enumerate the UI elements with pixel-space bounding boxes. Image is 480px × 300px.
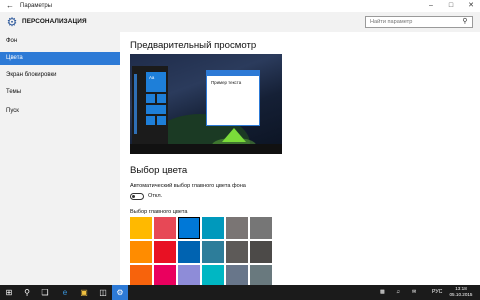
color-swatch[interactable] — [130, 265, 152, 285]
preview-tile — [146, 116, 155, 125]
color-swatch[interactable] — [226, 265, 248, 285]
search-input[interactable] — [368, 17, 460, 27]
preview-taskbar — [130, 144, 282, 154]
preview-tile — [146, 94, 155, 103]
toggle-state-text: Откл. — [148, 193, 163, 199]
sidebar-item-background[interactable]: Фон — [0, 35, 120, 48]
color-swatch[interactable] — [154, 241, 176, 263]
color-swatch[interactable] — [178, 265, 200, 285]
sidebar-item-themes[interactable]: Темы — [0, 86, 120, 99]
edge-browser-icon[interactable]: e — [57, 285, 73, 300]
settings-icon[interactable]: ⚙ — [112, 285, 128, 300]
color-swatch[interactable] — [202, 241, 224, 263]
taskbar: ⊞ ⚲ ❑ e ▣ ◫ ⚙ ▩ ♫ ✉ РУС 13:18 05.10.2015 — [0, 285, 480, 300]
volume-icon[interactable]: ♫ — [396, 285, 400, 300]
page-header: ⚙ ПЕРСОНАЛИЗАЦИЯ ⚲ — [0, 12, 480, 32]
color-swatch[interactable] — [130, 241, 152, 263]
gear-icon: ⚙ — [6, 15, 18, 29]
network-icon[interactable]: ▩ — [380, 285, 385, 300]
preview-tile — [146, 105, 166, 114]
color-swatch[interactable] — [154, 265, 176, 285]
notification-icon[interactable]: ✉ — [412, 285, 416, 300]
color-swatch[interactable] — [178, 241, 200, 263]
color-swatch[interactable] — [154, 217, 176, 239]
color-swatch[interactable] — [178, 217, 200, 239]
page-title: ПЕРСОНАЛИЗАЦИЯ — [22, 18, 87, 25]
preview-tile — [157, 116, 166, 125]
preview-window-bar — [207, 71, 259, 76]
sidebar: Фон Цвета Экран блокировки Темы Пуск — [0, 32, 120, 285]
sidebar-item-start[interactable]: Пуск — [0, 105, 120, 118]
color-swatch[interactable] — [202, 265, 224, 285]
color-swatch[interactable] — [226, 217, 248, 239]
search-icon[interactable]: ⚲ — [460, 17, 470, 27]
file-explorer-icon[interactable]: ▣ — [76, 285, 92, 300]
task-view-icon[interactable]: ❑ — [37, 285, 53, 300]
color-swatch[interactable] — [250, 217, 272, 239]
preview-heading: Предварительный просмотр — [130, 40, 257, 51]
toggle-knob — [132, 195, 135, 198]
preview-image: Aa Пример текста — [130, 54, 282, 154]
preview-start-menu: Aa — [132, 66, 168, 146]
auto-color-toggle[interactable] — [130, 193, 144, 200]
preview-tile — [157, 94, 166, 103]
preview-tent — [222, 128, 246, 142]
preview-tile-text: Aa — [149, 75, 155, 80]
back-arrow-icon[interactable]: ← — [4, 0, 16, 12]
preview-sample-text: Пример текста — [211, 80, 242, 85]
search-icon[interactable]: ⚲ — [19, 285, 35, 300]
color-swatch[interactable] — [202, 217, 224, 239]
color-heading: Выбор цвета — [130, 165, 188, 176]
window-title: Параметры — [20, 3, 52, 9]
color-swatch[interactable] — [130, 217, 152, 239]
sidebar-item-lock-screen[interactable]: Экран блокировки — [0, 69, 120, 82]
color-swatch[interactable] — [250, 241, 272, 263]
clock[interactable]: 13:18 05.10.2015 — [446, 286, 476, 298]
title-bar: ← Параметры – □ ✕ — [0, 0, 480, 12]
store-icon[interactable]: ◫ — [95, 285, 111, 300]
color-swatch[interactable] — [226, 241, 248, 263]
auto-color-label: Автоматический выбор главного цвета фона — [130, 183, 246, 189]
close-icon[interactable]: ✕ — [462, 0, 480, 12]
language-indicator[interactable]: РУС — [432, 285, 442, 300]
minimize-icon[interactable]: – — [422, 0, 440, 12]
color-swatch[interactable] — [250, 265, 272, 285]
preview-tile-large: Aa — [146, 72, 166, 92]
accent-color-label: Выбор главного цвета — [130, 209, 188, 215]
clock-date: 05.10.2015 — [449, 292, 473, 297]
preview-start-list — [134, 74, 137, 134]
search-box[interactable]: ⚲ — [365, 16, 473, 28]
main-content: Предварительный просмотр Aa Пример текст… — [120, 32, 480, 285]
windows-logo-icon[interactable]: ⊞ — [1, 285, 17, 300]
sidebar-item-colors[interactable]: Цвета — [0, 52, 120, 65]
maximize-icon[interactable]: □ — [442, 0, 460, 12]
preview-window: Пример текста — [206, 70, 260, 126]
